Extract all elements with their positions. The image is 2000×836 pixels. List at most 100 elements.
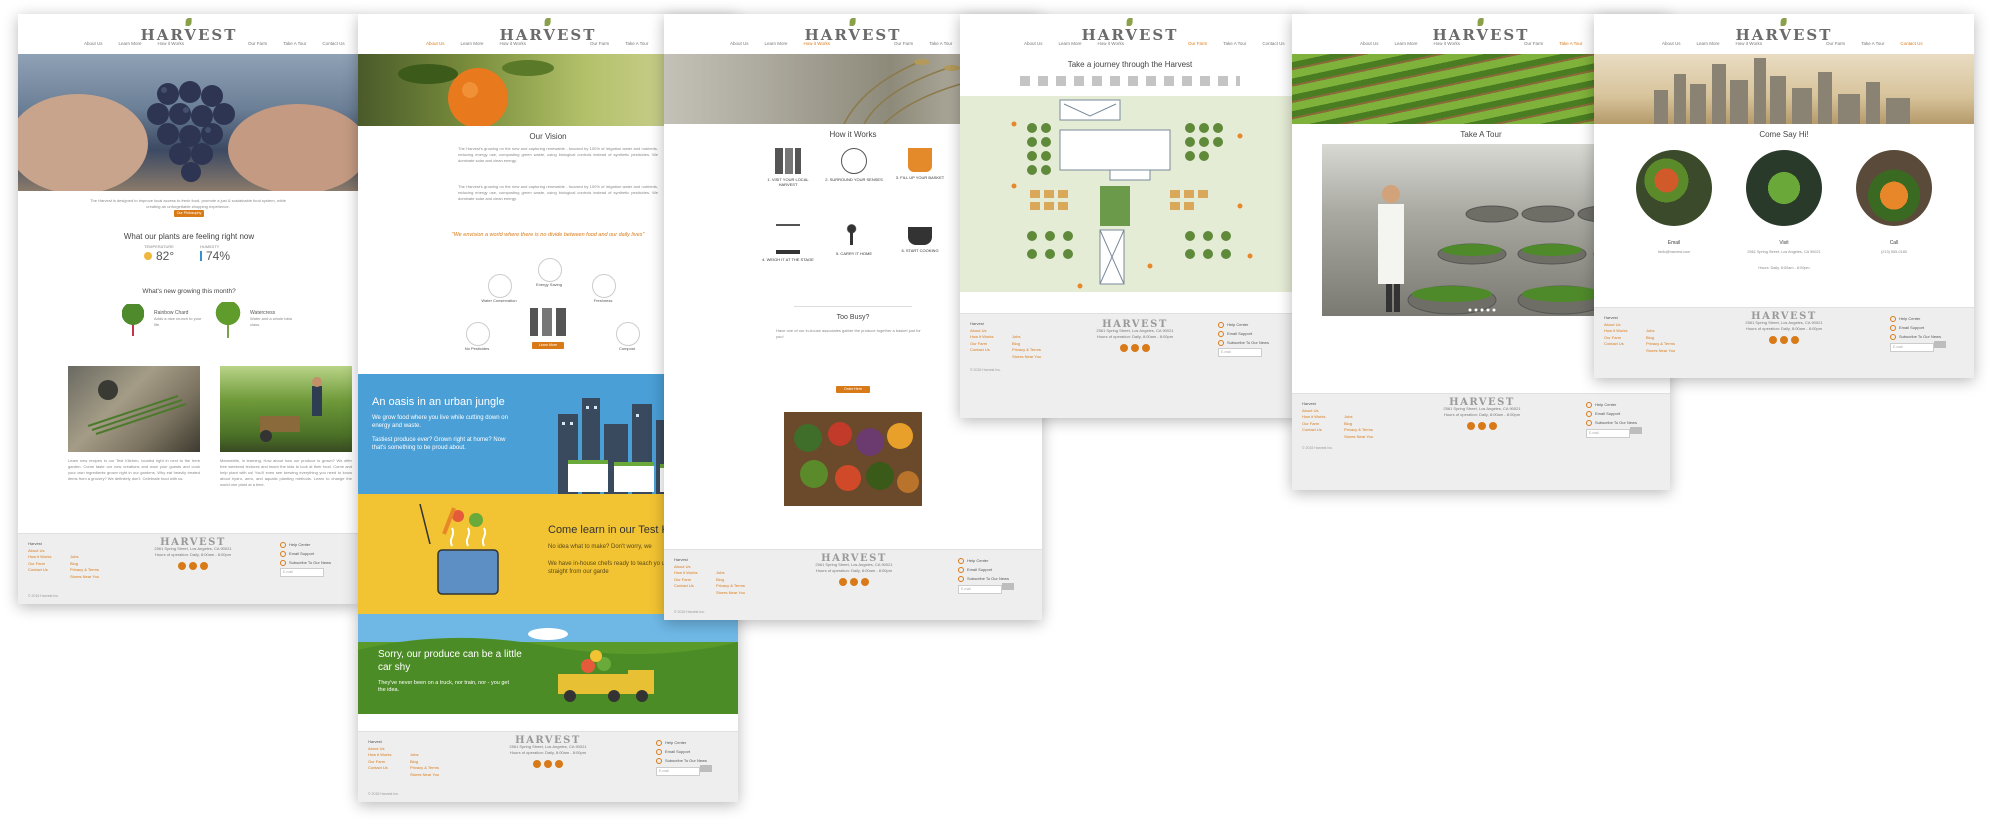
facebook-icon[interactable]: [178, 562, 186, 570]
nav-how[interactable]: How it Works: [804, 41, 830, 46]
footer-link[interactable]: How it Works: [970, 334, 993, 341]
nav-farm[interactable]: Our Farm: [248, 41, 267, 46]
twitter-icon[interactable]: [544, 760, 552, 768]
nav-learn[interactable]: Learn More: [119, 41, 142, 46]
email-value[interactable]: hello@harvest.com: [1636, 250, 1712, 254]
email-input[interactable]: E-mail: [1586, 429, 1630, 438]
help-center-link[interactable]: Help Center: [958, 556, 1014, 565]
twitter-icon[interactable]: [1780, 336, 1788, 344]
email-support-link[interactable]: Email Support: [1586, 409, 1642, 418]
nav-farm[interactable]: Our Farm: [1524, 41, 1543, 46]
nav-farm[interactable]: Our Farm: [1826, 41, 1845, 46]
order-button[interactable]: Order Here: [836, 386, 870, 393]
twitter-icon[interactable]: [1478, 422, 1486, 430]
nav-contact[interactable]: Contact Us: [1262, 41, 1284, 46]
subscribe-button[interactable]: [700, 765, 712, 772]
email-input[interactable]: E-mail: [1890, 343, 1934, 352]
nav-tour[interactable]: Take A Tour: [1559, 41, 1582, 46]
footer-link[interactable]: Privacy & Terms: [410, 765, 439, 772]
footer-link[interactable]: Stores Near You: [70, 574, 99, 581]
twitter-icon[interactable]: [1131, 344, 1139, 352]
footer-link[interactable]: Stores Near You: [410, 772, 439, 779]
farm-map[interactable]: [960, 96, 1300, 292]
footer-link[interactable]: Privacy & Terms: [716, 583, 745, 590]
email-input[interactable]: E-mail: [656, 767, 700, 776]
subscribe-link[interactable]: Subscribe To Our News: [280, 558, 331, 567]
footer-link[interactable]: Privacy & Terms: [70, 567, 99, 574]
nav-contact[interactable]: Contact Us: [322, 41, 344, 46]
subscribe-link[interactable]: Subscribe To Our News: [656, 756, 712, 765]
nav-tour[interactable]: Take A Tour: [1861, 41, 1884, 46]
twitter-icon[interactable]: [189, 562, 197, 570]
footer-link[interactable]: Contact Us: [28, 567, 51, 574]
footer-link[interactable]: Contact Us: [368, 765, 391, 772]
facebook-icon[interactable]: [1467, 422, 1475, 430]
subscribe-link[interactable]: Subscribe To Our News: [1218, 338, 1269, 347]
nav-about[interactable]: About Us: [1662, 41, 1681, 46]
footer-link[interactable]: Contact Us: [970, 347, 993, 354]
nav-contact[interactable]: Contact Us: [1900, 41, 1922, 46]
nav-how[interactable]: How it Works: [1736, 41, 1762, 46]
email-input[interactable]: E-mail: [280, 568, 324, 577]
help-center-link[interactable]: Help Center: [1890, 314, 1946, 323]
nav-learn[interactable]: Learn More: [461, 41, 484, 46]
footer-link[interactable]: How it Works: [368, 752, 391, 759]
subscribe-button[interactable]: [1630, 427, 1642, 434]
email-input[interactable]: E-mail: [1218, 348, 1262, 357]
instagram-icon[interactable]: [1489, 422, 1497, 430]
email-support-link[interactable]: Email Support: [1218, 329, 1269, 338]
subscribe-button[interactable]: [1934, 341, 1946, 348]
footer-link[interactable]: Stores Near You: [1012, 354, 1041, 361]
nav-tour[interactable]: Take A Tour: [625, 41, 648, 46]
nav-learn[interactable]: Learn More: [765, 41, 788, 46]
learn-more-button[interactable]: Learn More: [532, 342, 564, 349]
facebook-icon[interactable]: [1769, 336, 1777, 344]
email-support-link[interactable]: Email Support: [656, 747, 712, 756]
email-support-link[interactable]: Email Support: [280, 549, 331, 558]
footer-link[interactable]: How it Works: [28, 554, 51, 561]
nav-about[interactable]: About Us: [426, 41, 445, 46]
footer-link[interactable]: Privacy & Terms: [1344, 427, 1373, 434]
help-center-link[interactable]: Help Center: [1586, 400, 1642, 409]
facebook-icon[interactable]: [839, 578, 847, 586]
nav-farm[interactable]: Our Farm: [590, 41, 609, 46]
twitter-icon[interactable]: [850, 578, 858, 586]
subscribe-link[interactable]: Subscribe To Our News: [1586, 418, 1642, 427]
footer-link[interactable]: How it Works: [1302, 414, 1325, 421]
help-center-link[interactable]: Help Center: [656, 738, 712, 747]
instagram-icon[interactable]: [1142, 344, 1150, 352]
footer-link[interactable]: Contact Us: [1302, 427, 1325, 434]
nav-tour[interactable]: Take A Tour: [929, 41, 952, 46]
footer-link[interactable]: Contact Us: [1604, 341, 1627, 348]
email-support-link[interactable]: Email Support: [1890, 323, 1946, 332]
email-support-link[interactable]: Email Support: [958, 565, 1014, 574]
footer-link[interactable]: Stores Near You: [1646, 348, 1675, 355]
instagram-icon[interactable]: [861, 578, 869, 586]
footer-link[interactable]: Stores Near You: [716, 590, 745, 597]
subscribe-link[interactable]: Subscribe To Our News: [1890, 332, 1946, 341]
subscribe-button[interactable]: [1002, 583, 1014, 590]
footer-link[interactable]: Privacy & Terms: [1646, 341, 1675, 348]
nav-about[interactable]: About Us: [84, 41, 103, 46]
call-value[interactable]: (213) 555-0180: [1856, 250, 1932, 254]
facebook-icon[interactable]: [1120, 344, 1128, 352]
subscribe-link[interactable]: Subscribe To Our News: [958, 574, 1014, 583]
nav-about[interactable]: About Us: [730, 41, 749, 46]
footer-link[interactable]: Stores Near You: [1344, 434, 1373, 441]
instagram-icon[interactable]: [555, 760, 563, 768]
nav-farm[interactable]: Our Farm: [894, 41, 913, 46]
facebook-icon[interactable]: [533, 760, 541, 768]
instagram-icon[interactable]: [1791, 336, 1799, 344]
nav-how[interactable]: How it Works: [158, 41, 184, 46]
nav-how[interactable]: How it Works: [500, 41, 526, 46]
instagram-icon[interactable]: [200, 562, 208, 570]
footer-link[interactable]: Privacy & Terms: [1012, 347, 1041, 354]
nav-learn[interactable]: Learn More: [1697, 41, 1720, 46]
nav-learn[interactable]: Learn More: [1059, 41, 1082, 46]
email-input[interactable]: E-mail: [958, 585, 1002, 594]
help-center-link[interactable]: Help Center: [280, 540, 331, 549]
nav-about[interactable]: About Us: [1360, 41, 1379, 46]
footer-link[interactable]: How it Works: [1604, 328, 1627, 335]
nav-learn[interactable]: Learn More: [1395, 41, 1418, 46]
help-center-link[interactable]: Help Center: [1218, 320, 1269, 329]
